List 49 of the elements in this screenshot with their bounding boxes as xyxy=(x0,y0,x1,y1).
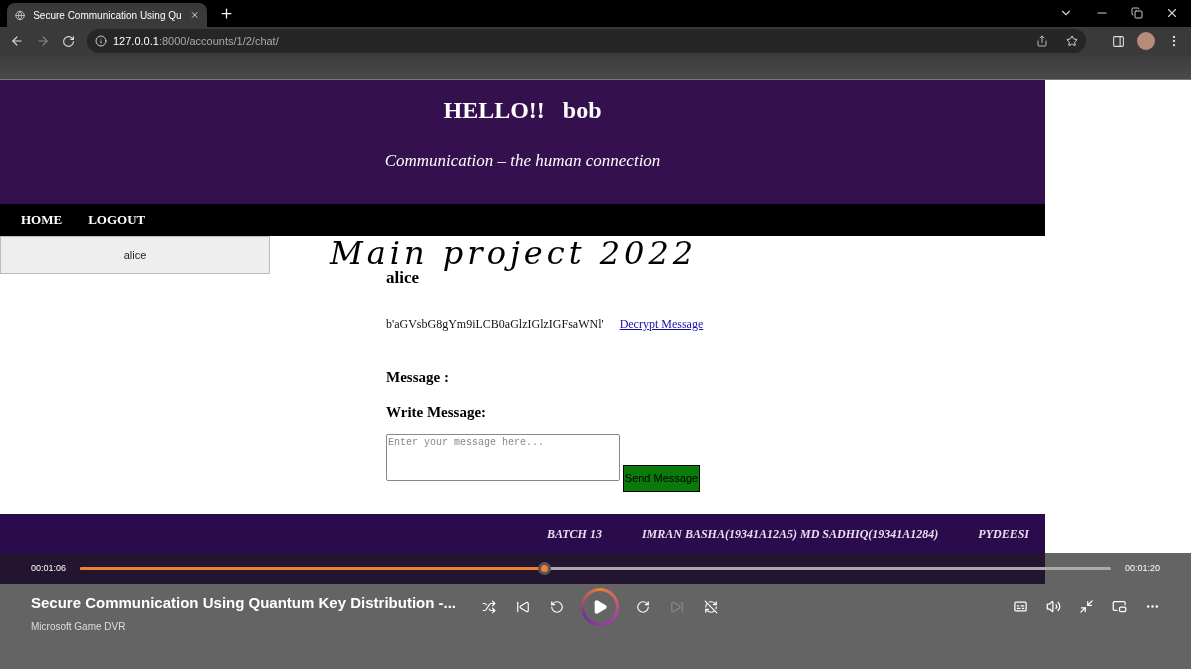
footer-text: PYDEESI xyxy=(978,525,1029,543)
bookmark-icon[interactable] xyxy=(1066,35,1078,47)
reload-icon[interactable] xyxy=(62,34,75,48)
total-time: 00:01:20 xyxy=(1124,561,1160,575)
play-button[interactable] xyxy=(581,588,619,626)
header-subtitle: Communication – the human connection xyxy=(384,150,661,172)
shuffle-icon xyxy=(482,600,496,614)
next-icon xyxy=(670,600,684,614)
seek-bar[interactable] xyxy=(80,562,1111,575)
share-icon[interactable] xyxy=(1036,35,1048,47)
info-icon xyxy=(95,35,107,47)
side-panel-icon[interactable] xyxy=(1112,34,1125,48)
browser-tab[interactable]: Secure Communication Using Qu xyxy=(7,3,207,27)
close-icon[interactable] xyxy=(1165,6,1179,20)
new-tab-icon[interactable] xyxy=(219,6,234,21)
captions-icon[interactable] xyxy=(1013,599,1028,614)
previous-icon xyxy=(516,600,530,614)
footer-text: IMRAN BASHA(19341A12A5) MD SADHIQ(19341A1284) xyxy=(641,525,939,543)
dropdown-item[interactable]: alice xyxy=(1,237,269,273)
contact-name: alice xyxy=(386,268,420,288)
media-source: Microsoft Game DVR xyxy=(31,619,127,634)
nav-link[interactable]: LOGOUT xyxy=(88,210,146,230)
restore-icon[interactable] xyxy=(1131,7,1143,19)
username-text: bob xyxy=(562,96,602,125)
media-title: Secure Communication Using Quantum Key Distribution -... xyxy=(31,593,458,613)
volume-icon[interactable] xyxy=(1046,599,1061,614)
decrypt-link[interactable]: Decrypt Message xyxy=(619,315,704,333)
play-icon xyxy=(592,599,608,615)
mini-view-icon[interactable] xyxy=(1112,599,1127,614)
greeting-text: HELLO!! xyxy=(443,96,545,125)
exit-fullscreen-icon[interactable] xyxy=(1079,599,1094,614)
globe-icon xyxy=(15,8,26,22)
elapsed-time: 00:01:06 xyxy=(31,561,67,575)
nav-link[interactable]: HOME xyxy=(21,210,63,230)
address-bar[interactable]: 127.0.0.1:8000/accounts/1/2/chat/ xyxy=(87,29,1086,53)
rewind-icon xyxy=(550,600,564,614)
encrypted-message: b'aGVsbG8gYm9iLCB0aGlzIGlzIGFsaWNl' xyxy=(386,316,604,333)
back-icon[interactable] xyxy=(10,34,24,48)
message-input[interactable]: Enter your message here... xyxy=(386,434,620,481)
fast-forward-icon xyxy=(636,600,650,614)
message-label: Message : xyxy=(386,368,449,387)
repeat-off-icon xyxy=(704,600,718,614)
forward-icon[interactable] xyxy=(36,34,50,48)
url-text: 127.0.0.1:8000/accounts/1/2/chat/ xyxy=(113,33,279,49)
tab-title: Secure Communication Using Qu xyxy=(33,8,182,23)
write-message-label: Write Message: xyxy=(386,402,487,422)
send-message-button[interactable]: Send Message xyxy=(623,465,700,492)
profile-avatar[interactable] xyxy=(1137,32,1155,50)
footer-text: BATCH 13 xyxy=(546,525,602,543)
